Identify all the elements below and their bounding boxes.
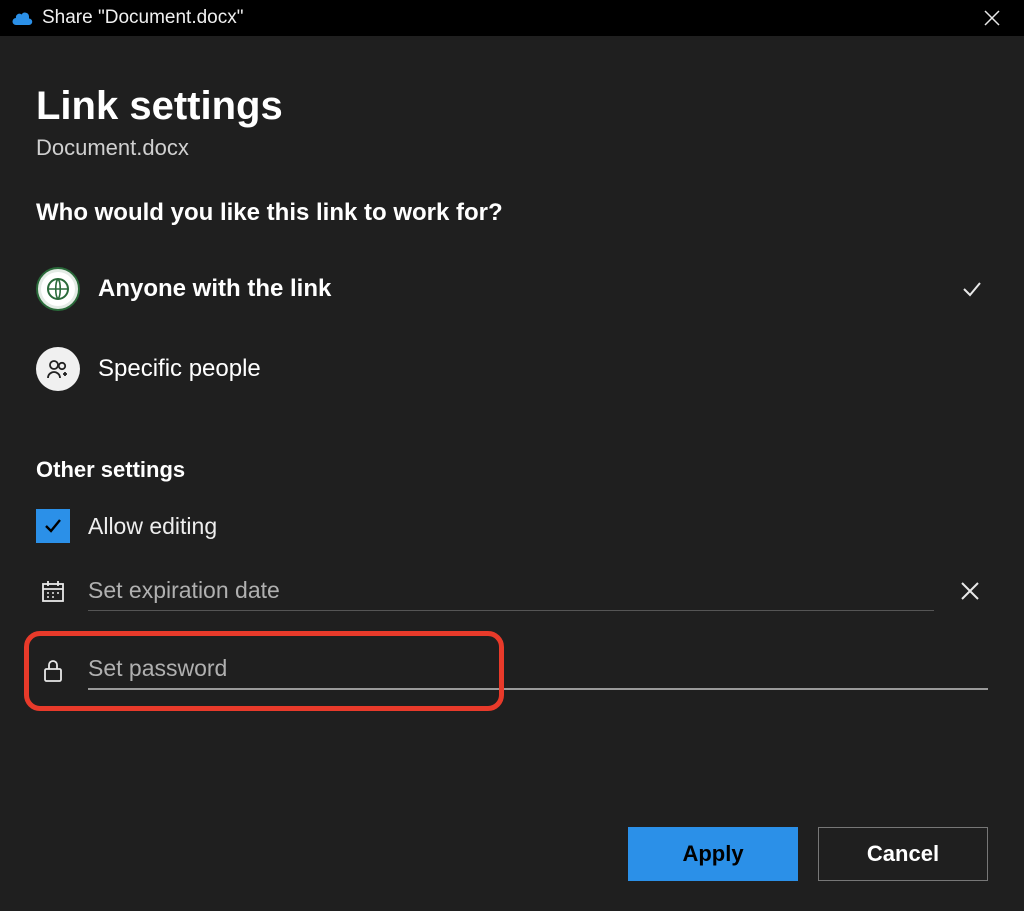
allow-editing-checkbox[interactable] [36,509,70,543]
apply-button[interactable]: Apply [628,827,798,881]
content-panel: Link settings Document.docx Who would yo… [0,36,1024,797]
page-title: Link settings [36,84,988,129]
calendar-icon [36,578,70,604]
option-anyone-label: Anyone with the link [98,275,938,303]
password-input[interactable] [88,649,988,690]
onedrive-icon [12,10,34,26]
password-row [36,641,988,698]
expiration-input[interactable] [88,571,934,611]
allow-editing-row: Allow editing [36,501,988,551]
globe-icon [36,267,80,311]
checkmark-icon [956,273,988,305]
titlebar: Share "Document.docx" [0,0,1024,36]
footer-actions: Apply Cancel [0,797,1024,911]
cancel-button[interactable]: Cancel [818,827,988,881]
people-icon [36,347,80,391]
option-specific-label: Specific people [98,355,988,383]
dialog-window: Share "Document.docx" Link settings Docu… [0,0,1024,911]
lock-icon [36,657,70,683]
access-question: Who would you like this link to work for… [36,199,988,227]
expiration-row [36,563,988,619]
clear-expiration-button[interactable] [952,573,988,609]
titlebar-text: Share "Document.docx" [42,7,964,29]
allow-editing-label: Allow editing [88,513,988,540]
option-specific-people[interactable]: Specific people [36,337,988,401]
other-settings-title: Other settings [36,457,988,483]
filename-label: Document.docx [36,135,988,161]
option-anyone-with-link[interactable]: Anyone with the link [36,257,988,321]
close-button[interactable] [972,0,1012,36]
